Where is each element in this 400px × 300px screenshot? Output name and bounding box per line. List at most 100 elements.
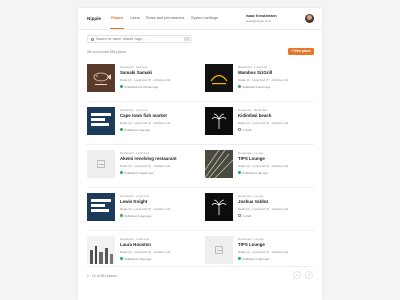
published-icon <box>120 257 123 261</box>
place-meta: Meals (3) · Local food (7) · Activities … <box>120 164 171 168</box>
status-label: Published 3 days ago <box>124 214 152 218</box>
place-status: Published a day ago <box>120 128 150 132</box>
place-name[interactable]: Laura Houston <box>120 242 151 247</box>
user-email: isaac@nipple.co.in <box>246 19 272 23</box>
place-status: Published 2 weeks ago <box>120 171 153 175</box>
place-status: Published 3 hours ago <box>238 85 270 89</box>
place-thumbnail <box>205 64 233 92</box>
row-divider <box>87 144 314 145</box>
place-status: Published 3 days ago <box>120 214 151 218</box>
place-type: Restaurant · Beach Bar <box>238 108 268 112</box>
place-meta: Meals (3) · Local food (7) · Activities … <box>120 121 171 125</box>
nav-tab-users[interactable]: Users <box>130 16 140 20</box>
user-name: Isaac Kreutzmann <box>246 14 277 18</box>
published-icon <box>120 171 123 175</box>
place-meta: Meals (3) · Local food (7) · Activities … <box>120 207 171 211</box>
search-icon <box>90 37 94 41</box>
place-name[interactable]: Kidimbwi beach <box>238 113 271 118</box>
status-label: In draft <box>242 128 252 132</box>
results-count: We found total 584 places <box>87 50 127 54</box>
cape-town-logo-image <box>87 107 115 135</box>
place-status: Published 2 days ago <box>238 257 269 261</box>
avatar[interactable] <box>305 14 314 23</box>
place-name[interactable]: Cape town fish market <box>120 113 167 118</box>
place-name[interactable]: Samaki Samaki <box>120 70 152 75</box>
active-tab-indicator <box>110 28 124 29</box>
image-placeholder-icon <box>97 160 105 168</box>
place-name[interactable]: Mambos SizGrill <box>238 70 272 75</box>
nav-tab-system-settings[interactable]: System settings <box>191 16 218 20</box>
place-thumbnail <box>205 236 233 264</box>
status-label: Published a day ago <box>124 128 150 132</box>
place-name[interactable]: Akemi revolving restaurant <box>120 156 177 161</box>
row-divider <box>87 101 314 102</box>
nav-tab-roles[interactable]: Roles and permissions <box>146 16 184 20</box>
place-meta: Meals (3) · Local food (7) · Activities … <box>238 207 289 211</box>
status-label: Published 2 days ago <box>242 257 270 261</box>
status-label: Published 3 hours ago <box>242 85 271 89</box>
place-meta: Meals (3) · Local food (7) · Activities … <box>120 250 171 254</box>
place-thumbnail <box>87 150 115 178</box>
place-status: Published few minutes ago <box>120 85 158 89</box>
draft-icon <box>238 214 241 218</box>
new-place-button[interactable]: + New place <box>288 48 314 55</box>
place-thumbnail <box>87 107 115 135</box>
city-skyline-photo <box>87 236 115 264</box>
status-label: Published few minutes ago <box>124 85 158 89</box>
place-type: Restaurant · Sea food <box>120 65 148 69</box>
filter-icon[interactable] <box>184 37 190 42</box>
place-meta: Meals (3) · Local food (7) · Activities … <box>238 164 289 168</box>
top-navigation-bar: Nipple Places Users Roles and permission… <box>78 8 322 30</box>
place-name[interactable]: TIPS Lounge <box>238 242 265 247</box>
search-bar <box>87 35 192 43</box>
published-icon <box>238 85 241 89</box>
search-input[interactable] <box>96 36 184 42</box>
place-type: Restaurant · Sea food <box>120 108 148 112</box>
place-meta: Meals (3) · Local food (7) · Activities … <box>120 78 171 82</box>
image-placeholder-icon <box>215 246 223 254</box>
published-icon <box>238 257 241 261</box>
place-thumbnail <box>205 107 233 135</box>
place-thumbnail <box>87 193 115 221</box>
place-type: Restaurant · Lounge <box>238 194 264 198</box>
place-meta: Meals (3) · Local food (7) · Activities … <box>238 250 289 254</box>
nav-tab-places[interactable]: Places <box>111 16 123 20</box>
place-thumbnail <box>205 193 233 221</box>
published-icon <box>238 171 241 175</box>
row-divider <box>87 230 314 231</box>
row-divider <box>87 266 314 267</box>
published-icon <box>120 214 123 218</box>
place-type: Restaurant · Lounge <box>238 237 264 241</box>
place-thumbnail <box>87 236 115 264</box>
draft-icon <box>238 128 241 132</box>
published-icon <box>120 85 123 89</box>
place-status: Published 2 days ago <box>120 257 151 261</box>
app-window: Nipple Places Users Roles and permission… <box>78 8 322 300</box>
status-label: Published 2 weeks ago <box>124 171 154 175</box>
next-page-button[interactable]: › <box>305 271 313 279</box>
place-status: Published a day ago <box>238 171 268 175</box>
place-type: Restaurant · Local food <box>120 237 150 241</box>
place-name[interactable]: TIPS Lounge <box>238 156 265 161</box>
place-thumbnail <box>205 150 233 178</box>
place-type: Restaurant · Lounge <box>238 151 264 155</box>
mambos-logo-image <box>205 64 233 92</box>
status-label: Published a day ago <box>242 171 268 175</box>
place-meta: Meals (3) · Local food (7) · Activities … <box>238 78 289 82</box>
brand-logo[interactable]: Nipple <box>87 16 101 21</box>
place-name[interactable]: Lewis Knight <box>120 199 147 204</box>
cape-town-logo-image <box>87 193 115 221</box>
status-label: Published 2 days ago <box>124 257 152 261</box>
palm-logo-image <box>205 107 233 135</box>
place-status: In draft <box>238 214 251 218</box>
pagination-summary: 1 - 10 of 584 places <box>87 274 117 278</box>
place-name[interactable]: Joshua Valdez <box>238 199 268 204</box>
previous-page-button[interactable]: ‹ <box>293 271 301 279</box>
place-meta: Meals (3) · Local food (7) · Activities … <box>238 121 289 125</box>
palm-leaf-photo <box>205 150 233 178</box>
place-thumbnail <box>87 64 115 92</box>
place-status: In draft <box>238 128 251 132</box>
palm-logo-image <box>205 193 233 221</box>
published-icon <box>120 128 123 132</box>
samaki-logo-image <box>87 64 115 92</box>
